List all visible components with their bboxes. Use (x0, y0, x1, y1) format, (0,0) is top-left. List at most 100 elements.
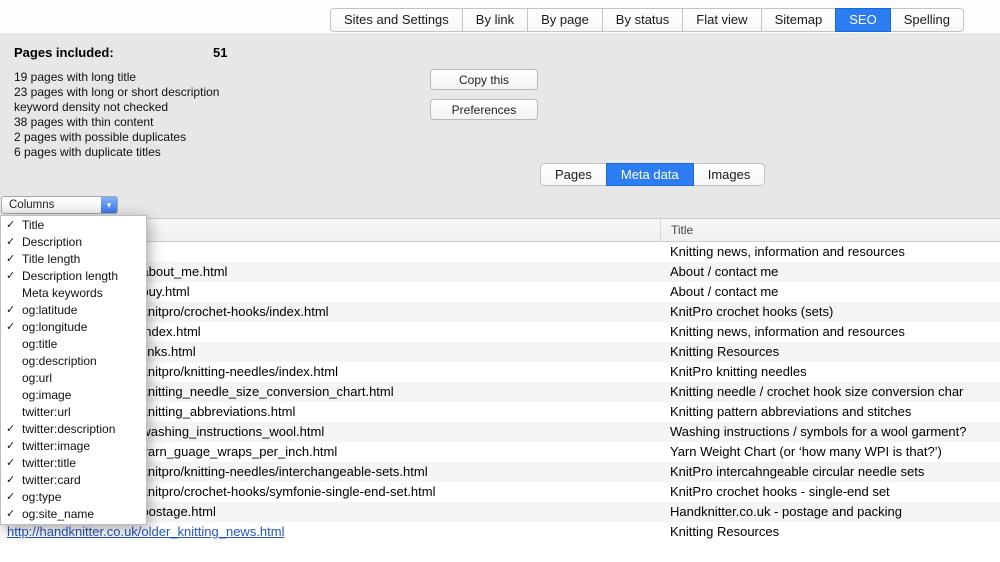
tab-spelling[interactable]: Spelling (890, 8, 964, 32)
table-row[interactable]: http://handknitter.co.uk/washing_instruc… (0, 422, 1000, 442)
title-cell: Washing instructions / symbols for a woo… (660, 422, 1000, 442)
url-text[interactable]: http://handknitter.co.uk/older_knitting_… (7, 524, 285, 539)
menu-item-label: og:site_name (22, 507, 94, 521)
summary-lines: 19 pages with long title23 pages with lo… (14, 70, 219, 160)
menu-item-label: Description length (22, 269, 118, 283)
checkmark-icon: ✓ (6, 268, 18, 285)
menu-item-og-description[interactable]: og:description (1, 353, 146, 370)
summary-line: 6 pages with duplicate titles (14, 145, 219, 160)
title-cell: Knitting needle / crochet hook size conv… (660, 382, 1000, 402)
checkmark-icon: ✓ (6, 438, 18, 455)
table-row[interactable]: http://handknitter.co.uk/yarn_guage_wrap… (0, 442, 1000, 462)
table-row[interactable]: http://handknitter.co.uk/buy.htmlAbout /… (0, 282, 1000, 302)
title-cell: KnitPro intercahngeable circular needle … (660, 462, 1000, 482)
title-cell: Knitting news, information and resources (660, 322, 1000, 342)
menu-item-og-type[interactable]: ✓ og:type (1, 489, 146, 506)
menu-item-description[interactable]: ✓Description (1, 234, 146, 251)
tab-by-link[interactable]: By link (462, 8, 528, 32)
pages-included-value: 51 (213, 45, 227, 60)
menu-item-label: og:url (22, 371, 52, 385)
menu-item-title-length[interactable]: ✓Title length (1, 251, 146, 268)
view-tab-meta-data[interactable]: Meta data (606, 163, 694, 186)
table-header-row: Title (0, 218, 1000, 242)
summary-line: 38 pages with thin content (14, 115, 219, 130)
chevron-down-icon: ▾ (101, 197, 117, 213)
table-row[interactable]: http://handknitter.co.uk/postage.htmlHan… (0, 502, 1000, 522)
table-row[interactable]: http://handknitter.co.ukKnitting news, i… (0, 242, 1000, 262)
menu-item-og-latitude[interactable]: ✓ og:latitude (1, 302, 146, 319)
seo-summary-panel: Pages included: 51 19 pages with long ti… (0, 33, 1000, 218)
menu-item-twitter-url[interactable]: twitter:url (1, 404, 146, 421)
menu-item-label: twitter:title (22, 456, 76, 470)
columns-dropdown-label: Columns (9, 197, 54, 213)
tab-flat-view[interactable]: Flat view (682, 8, 761, 32)
checkmark-icon: ✓ (6, 251, 18, 268)
menu-item-og-title[interactable]: og:title (1, 336, 146, 353)
pages-included-label: Pages included: (14, 45, 114, 60)
tab-sitemap[interactable]: Sitemap (761, 8, 837, 32)
title-cell: KnitPro crochet hooks (sets) (660, 302, 1000, 322)
tab-seo[interactable]: SEO (835, 8, 890, 32)
title-cell: Handknitter.co.uk - postage and packing (660, 502, 1000, 522)
summary-line: 19 pages with long title (14, 70, 219, 85)
checkmark-icon: ✓ (6, 319, 18, 336)
checkmark-icon: ✓ (6, 506, 18, 523)
menu-item-label: og:image (22, 388, 71, 402)
table-row[interactable]: http://handknitter.co.uk/knitting_needle… (0, 382, 1000, 402)
checkmark-icon: ✓ (6, 489, 18, 506)
table-row[interactable]: http://handknitter.co.uk/knitpro/crochet… (0, 302, 1000, 322)
menu-item-label: og:title (22, 337, 57, 351)
tab-by-status[interactable]: By status (602, 8, 683, 32)
title-cell: Knitting Resources (660, 342, 1000, 362)
menu-item-og-site-name[interactable]: ✓ og:site_name (1, 506, 146, 523)
top-toolbar: Sites and SettingsBy linkBy pageBy statu… (0, 0, 1000, 33)
menu-item-description-length[interactable]: ✓ Description length (1, 268, 146, 285)
tab-by-page[interactable]: By page (527, 8, 603, 32)
preferences-button[interactable]: Preferences (430, 99, 538, 120)
title-cell: Knitting Resources (660, 522, 1000, 542)
view-switcher: PagesMeta dataImages (540, 163, 765, 186)
menu-item-og-longitude[interactable]: ✓ og:longitude (1, 319, 146, 336)
title-cell: Yarn Weight Chart (or ‘how many WPI is t… (660, 442, 1000, 462)
title-column-header[interactable]: Title (660, 219, 1000, 241)
table-body: http://handknitter.co.ukKnitting news, i… (0, 242, 1000, 562)
table-row[interactable]: http://handknitter.co.uk/index.htmlKnitt… (0, 322, 1000, 342)
columns-dropdown-button[interactable]: Columns ▾ (1, 196, 118, 214)
menu-item-title[interactable]: ✓Title (1, 217, 146, 234)
menu-item-label: og:description (22, 354, 97, 368)
view-tab-pages[interactable]: Pages (540, 163, 607, 186)
table-row[interactable]: http://handknitter.co.uk/about_me.htmlAb… (0, 262, 1000, 282)
table-row[interactable]: http://handknitter.co.uk/older_knitting_… (0, 522, 1000, 542)
table-row[interactable]: http://handknitter.co.uk/knitpro/knittin… (0, 462, 1000, 482)
summary-line: 2 pages with possible duplicates (14, 130, 219, 145)
title-cell: KnitPro crochet hooks - single-end set (660, 482, 1000, 502)
tab-sites-and-settings[interactable]: Sites and Settings (330, 8, 463, 32)
menu-item-twitter-description[interactable]: ✓twitter:description (1, 421, 146, 438)
meta-data-table: Title http://handknitter.co.ukKnitting n… (0, 218, 1000, 534)
checkmark-icon: ✓ (6, 421, 18, 438)
table-row[interactable]: http://handknitter.co.uk/knitpro/crochet… (0, 482, 1000, 502)
menu-item-label: og:latitude (22, 303, 77, 317)
table-row[interactable]: http://handknitter.co.uk/knitting_abbrev… (0, 402, 1000, 422)
columns-menu: ✓Title✓Description✓Title length✓Descript… (0, 215, 147, 525)
menu-item-meta-keywords[interactable]: Meta keywords (1, 285, 146, 302)
main-tab-bar: Sites and SettingsBy linkBy pageBy statu… (330, 8, 964, 32)
table-row[interactable]: http://handknitter.co.uk/knitpro/knittin… (0, 362, 1000, 382)
menu-item-twitter-title[interactable]: ✓ twitter:title (1, 455, 146, 472)
checkmark-icon: ✓ (6, 302, 18, 319)
title-cell: Knitting news, information and resources (660, 242, 1000, 262)
menu-item-og-image[interactable]: og:image (1, 387, 146, 404)
checkmark-icon: ✓ (6, 455, 18, 472)
menu-item-twitter-image[interactable]: ✓twitter:image (1, 438, 146, 455)
menu-item-twitter-card[interactable]: ✓twitter:card (1, 472, 146, 489)
menu-item-og-url[interactable]: og:url (1, 370, 146, 387)
menu-item-label: twitter:card (22, 473, 81, 487)
menu-item-label: Meta keywords (22, 286, 103, 300)
table-row[interactable]: http://handknitter.co.uk/links.htmlKnitt… (0, 342, 1000, 362)
menu-item-label: Description (22, 235, 82, 249)
menu-item-label: og:longitude (22, 320, 87, 334)
menu-item-label: og:type (22, 490, 61, 504)
copy-this-button[interactable]: Copy this (430, 69, 538, 90)
view-tab-images[interactable]: Images (693, 163, 766, 186)
title-cell: KnitPro knitting needles (660, 362, 1000, 382)
